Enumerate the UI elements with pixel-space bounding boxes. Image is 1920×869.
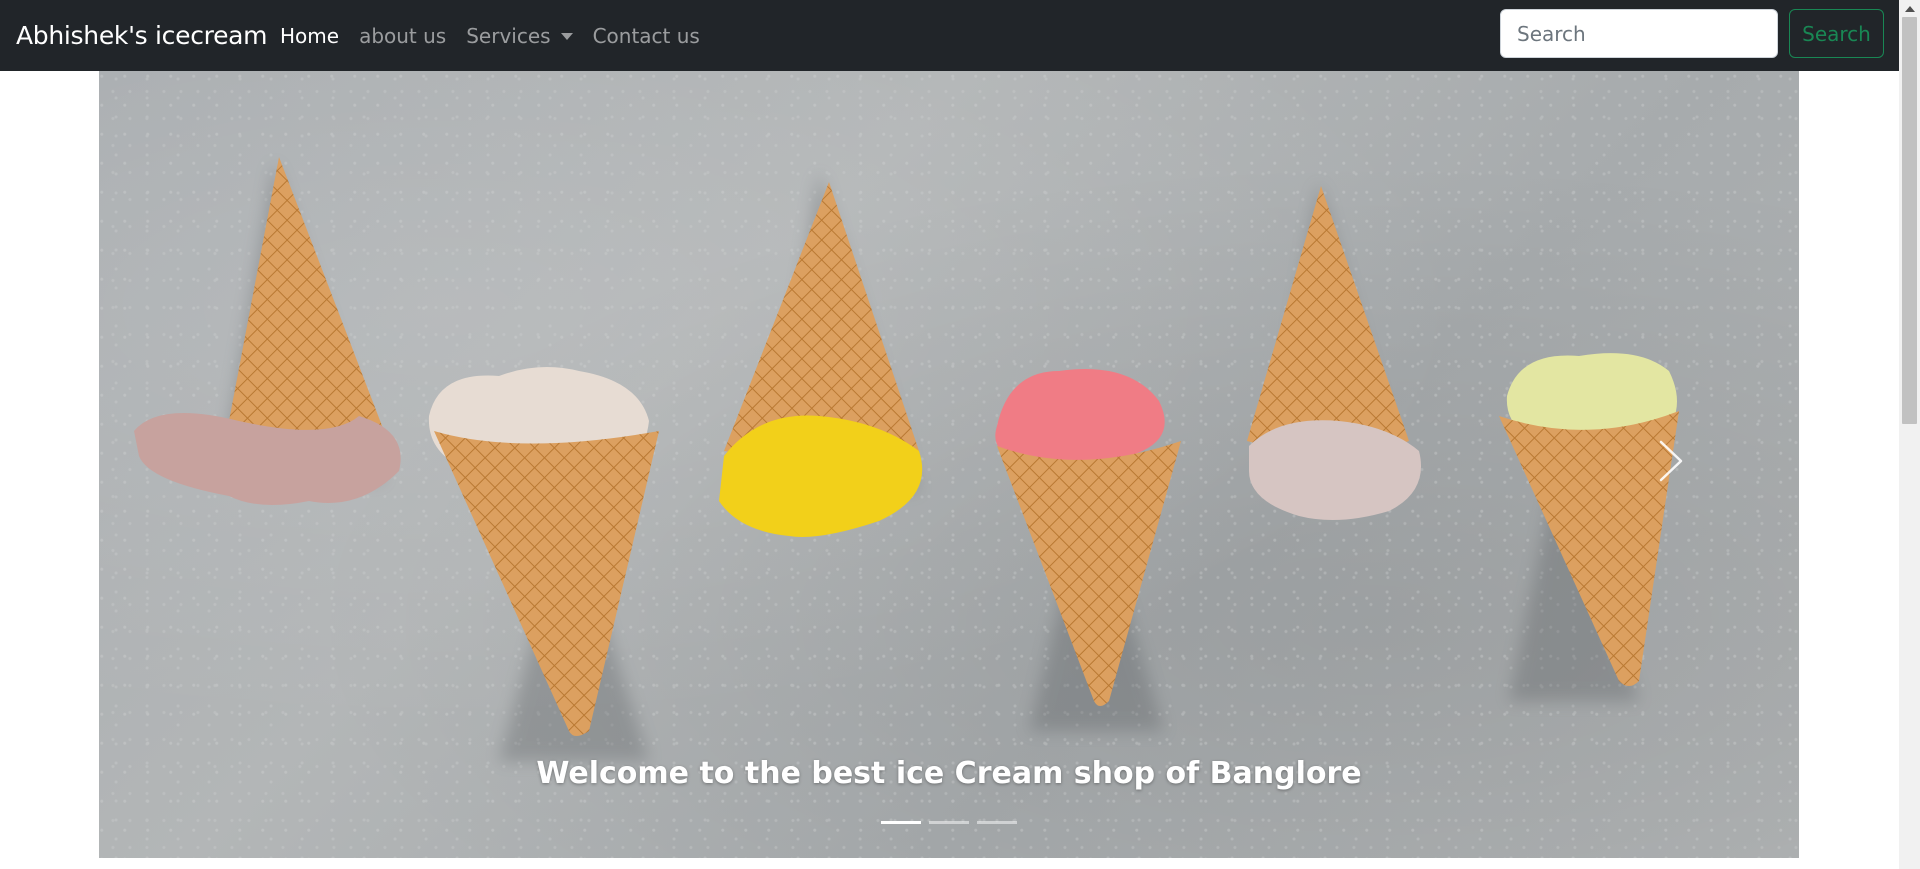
page: Abhishek's icecream Home about us Servic…: [0, 0, 1899, 869]
nav-links: Home about us Services Contact us: [270, 0, 710, 71]
scroll-up-arrow-icon[interactable]: [1899, 0, 1920, 17]
search-form: Search: [1500, 9, 1884, 58]
carousel-indicators: [99, 821, 1799, 824]
nav-home[interactable]: Home: [270, 24, 349, 48]
carousel-indicator-1[interactable]: [881, 821, 921, 824]
vertical-scrollbar[interactable]: [1899, 0, 1920, 869]
nav-services-label: Services: [466, 23, 551, 48]
carousel-indicator-3[interactable]: [977, 821, 1017, 824]
cone-5: [1247, 186, 1421, 520]
navbar: Abhishek's icecream Home about us Servic…: [0, 0, 1899, 71]
carousel-indicator-2[interactable]: [929, 821, 969, 824]
scrollbar-thumb[interactable]: [1902, 17, 1917, 424]
brand-logo-text[interactable]: Abhishek's icecream: [16, 0, 268, 71]
ice-cream-cones-image: [134, 157, 1679, 761]
nav-contact-us[interactable]: Contact us: [583, 24, 710, 48]
hero-carousel: Welcome to the best ice Cream shop of Ba…: [99, 71, 1799, 858]
chevron-right-icon[interactable]: [1655, 436, 1689, 486]
nav-about-us[interactable]: about us: [349, 24, 456, 48]
caret-down-icon: [560, 33, 573, 40]
carousel-caption: Welcome to the best ice Cream shop of Ba…: [536, 756, 1362, 791]
search-button[interactable]: Search: [1789, 9, 1884, 58]
cone-3: [719, 182, 923, 537]
nav-services-dropdown[interactable]: Services: [456, 24, 582, 48]
search-input[interactable]: [1500, 9, 1778, 58]
carousel-prev-control[interactable]: [99, 71, 219, 858]
cone-4: [995, 369, 1181, 706]
